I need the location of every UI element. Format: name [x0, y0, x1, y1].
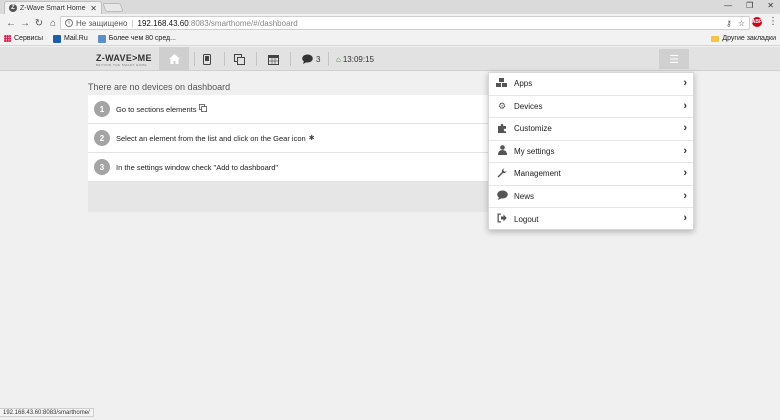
window-close-icon[interactable]: ✕	[767, 1, 774, 10]
copy-icon	[233, 53, 245, 65]
url-host: 192.168.43.60	[137, 18, 189, 28]
back-icon[interactable]: ←	[4, 16, 18, 30]
cogs-icon: ⚙	[497, 100, 507, 111]
address-bar[interactable]: i Не защищено | 192.168.43.60 :8083/smar…	[60, 16, 750, 30]
window-controls: — ❐ ✕	[724, 1, 774, 10]
bookmark-page[interactable]: Более чем 80 сред...	[97, 34, 176, 43]
sign-out-icon	[495, 213, 509, 225]
close-icon[interactable]: ✕	[90, 4, 97, 13]
app-header: Z-WAVE>ME BEYOND THE SMART HOME 3 ⌂ 13:0…	[0, 47, 780, 71]
step-number: 3	[94, 159, 110, 175]
chevron-right-icon: ›	[683, 189, 687, 202]
key-icon[interactable]: ⚷	[726, 19, 732, 28]
user-icon	[495, 145, 509, 157]
hamburger-icon: ☰	[669, 53, 679, 66]
other-bookmarks[interactable]: Другие закладки	[711, 35, 776, 42]
main-menu-button[interactable]: ☰	[659, 49, 689, 69]
chevron-right-icon: ›	[683, 77, 687, 89]
home-icon	[168, 54, 180, 64]
url-path: :8083/smarthome/#/dashboard	[188, 18, 298, 28]
home-browser-icon[interactable]: ⌂	[46, 16, 60, 30]
browser-tab[interactable]: Z Z-Wave Smart Home ✕	[4, 1, 102, 14]
chevron-right-icon: ›	[683, 122, 687, 134]
main-menu-dropdown: Apps › ⚙ Devices › Customize › My settin…	[488, 72, 694, 230]
copy-icon	[199, 104, 208, 114]
browser-tabstrip: Z Z-Wave Smart Home ✕ — ❐ ✕	[0, 0, 780, 14]
folder-icon	[711, 35, 720, 42]
step-text: Select an element from the list and clic…	[116, 133, 306, 143]
step-number: 1	[94, 101, 110, 117]
chevron-right-icon: ›	[683, 167, 687, 179]
tablet-icon	[203, 53, 211, 65]
tab-title: Z-Wave Smart Home	[20, 4, 86, 12]
bookmark-services[interactable]: Сервисы	[4, 35, 43, 42]
clock-status: ⌂ 13:09:15	[336, 47, 374, 71]
minimize-icon[interactable]: —	[724, 1, 732, 10]
menu-item-devices[interactable]: ⚙ Devices ›	[489, 96, 693, 118]
menu-item-news[interactable]: News ›	[489, 186, 693, 208]
rooms-button[interactable]	[200, 47, 214, 71]
apps-grid-icon	[4, 35, 11, 42]
wrench-icon	[495, 168, 509, 180]
comment-icon	[495, 190, 509, 202]
step-number: 2	[94, 130, 110, 146]
zwave-favicon-icon: Z	[9, 4, 17, 12]
step-text: In the settings window check "Add to das…	[116, 162, 279, 172]
menu-item-apps[interactable]: Apps ›	[489, 73, 693, 96]
puzzle-icon	[495, 123, 509, 135]
security-label: Не защищено	[76, 18, 128, 28]
star-icon[interactable]: ☆	[738, 19, 745, 28]
menu-item-customize[interactable]: Customize ›	[489, 118, 693, 141]
step-text: Go to sections elements	[116, 104, 197, 114]
menu-item-management[interactable]: Management ›	[489, 163, 693, 186]
home-button[interactable]	[159, 47, 189, 71]
chevron-right-icon: ›	[683, 144, 687, 157]
events-notification[interactable]: 3	[302, 47, 320, 71]
browser-menu-icon[interactable]: ⋮	[768, 16, 778, 27]
chevron-right-icon: ›	[683, 212, 687, 224]
browser-status-url: 192.168.43.60:8083/smarthome/	[0, 408, 94, 417]
events-calendar-button[interactable]	[266, 47, 280, 71]
bookmark-page-icon	[97, 34, 106, 43]
elements-button[interactable]	[232, 47, 246, 71]
page-title: There are no devices on dashboard	[88, 82, 231, 92]
reload-icon[interactable]: ↻	[32, 16, 46, 30]
browser-toolbar: ← → ↻ ⌂ i Не защищено | 192.168.43.60 :8…	[0, 14, 780, 32]
calendar-icon	[267, 54, 279, 65]
bookmarks-bar: Сервисы Mail.Ru Более чем 80 сред... Дру…	[0, 32, 780, 46]
maximize-icon[interactable]: ❐	[746, 1, 753, 10]
info-icon[interactable]: i	[65, 19, 73, 27]
bookmark-mailru[interactable]: Mail.Ru	[53, 34, 88, 43]
menu-item-logout[interactable]: Logout ›	[489, 208, 693, 231]
new-tab-button[interactable]	[102, 3, 124, 12]
events-count: 3	[316, 54, 321, 64]
comment-icon	[302, 54, 313, 64]
logo-tagline: BEYOND THE SMART HOME	[96, 63, 148, 67]
chevron-right-icon: ›	[683, 99, 687, 112]
leaf-icon: ⌂	[336, 54, 341, 64]
forward-icon[interactable]: →	[18, 16, 32, 30]
menu-item-my-settings[interactable]: My settings ›	[489, 141, 693, 163]
cubes-icon	[495, 77, 509, 90]
gear-icon: ✱	[308, 135, 315, 142]
clock-time: 13:09:15	[342, 54, 374, 64]
mailru-icon	[53, 34, 62, 43]
adblock-icon[interactable]: ABP	[752, 17, 762, 27]
zwave-logo[interactable]: Z-WAVE>ME	[96, 53, 152, 63]
